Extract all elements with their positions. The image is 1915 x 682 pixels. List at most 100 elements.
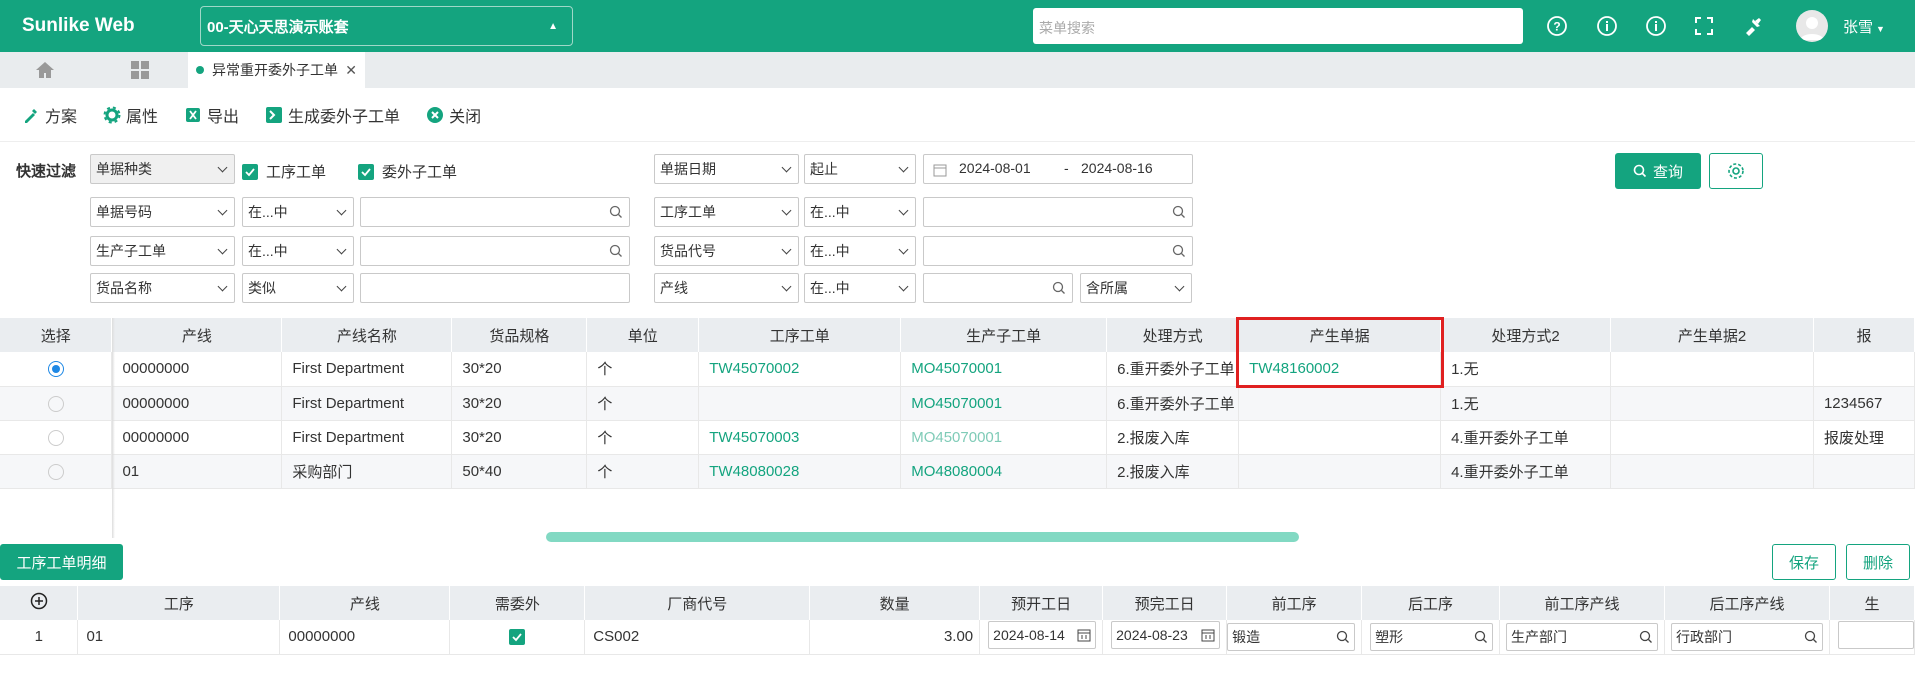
proc-input[interactable] [923,197,1193,227]
next-proc-cell[interactable]: 塑形 [1361,620,1501,655]
op-select-line[interactable]: 在...中 [804,273,916,303]
menu-search-input[interactable]: 菜单搜索 [1033,8,1523,44]
home-icon[interactable] [0,52,90,88]
cell-mo-link[interactable]: MO45070001 [900,352,1108,387]
table-row[interactable]: 01 采购部门 50*40 个 TW48080028 MO48080004 2.… [0,454,1915,489]
op-select-item[interactable]: 在...中 [804,236,916,266]
filter-settings-button[interactable] [1709,153,1763,189]
cell-proc-link[interactable]: TW48080028 [698,454,902,489]
cell-proc-link[interactable] [698,386,902,421]
cell-qty[interactable]: 3.00 [809,620,981,655]
user-menu[interactable]: 张雪 ▼ [1843,16,1885,37]
col-header[interactable]: 单位 [586,318,700,352]
cell-mo-link[interactable]: MO45070001 [900,386,1108,421]
col-header[interactable]: 报 [1813,318,1915,352]
horizontal-scrollbar[interactable] [546,532,1299,542]
avatar[interactable] [1796,10,1828,42]
cell-proc[interactable]: 01 [77,620,281,655]
query-button[interactable]: 查询 [1615,153,1701,189]
account-selector[interactable]: 00-天心天思演示账套 ▲ [200,6,573,46]
col-header[interactable]: 后工序 [1361,586,1501,620]
start-date-cell[interactable]: 2024-08-14 [979,620,1104,655]
item-input[interactable] [923,236,1193,266]
col-header[interactable]: 处理方式2 [1440,318,1612,352]
tab-active[interactable]: 异常重开委外子工单 ✕ [188,52,365,88]
help-icon[interactable]: ? [1546,15,1568,37]
op-select-mo[interactable]: 在...中 [242,236,354,266]
properties-button[interactable]: 属性 [103,103,158,127]
row-select[interactable] [0,386,113,421]
field-select-proc[interactable]: 工序工单 [654,197,799,227]
col-header[interactable]: 选择 [0,318,113,352]
table-row[interactable]: 00000000 First Department 30*20 个 TW4507… [0,352,1915,387]
prev-line-cell[interactable]: 生产部门 [1499,620,1665,655]
row-select[interactable] [0,420,113,455]
col-header[interactable]: 工序 [77,586,281,620]
radio-icon[interactable] [47,429,64,446]
cell-doc-link[interactable] [1238,454,1442,489]
checked-icon[interactable] [509,629,526,646]
cell-doc-link[interactable]: TW48160002 [1238,352,1442,387]
col-header[interactable]: 后工序产线 [1664,586,1830,620]
date-op-select[interactable]: 起止 [804,154,916,184]
table-row[interactable]: 00000000 First Department 30*20 个 MO4507… [0,386,1915,421]
col-header[interactable]: 产线 [279,586,451,620]
apps-grid-icon[interactable] [95,52,185,88]
next-proc-input[interactable]: 塑形 [1370,622,1494,651]
next-line-cell[interactable]: 行政部门 [1664,620,1830,655]
detail-row[interactable]: 1 01 00000000 CS002 3.00 2024-08-14 2024… [0,620,1915,655]
cell-mo-link[interactable]: MO48080004 [900,454,1108,489]
fullscreen-icon[interactable] [1693,15,1715,37]
mo-input[interactable] [360,236,630,266]
op-select-proc[interactable]: 在...中 [804,197,916,227]
line-input[interactable] [923,273,1073,303]
doc-no-input[interactable] [360,197,630,227]
checkbox-outsource-order[interactable]: 委外子工单 [358,161,457,182]
extra-cell[interactable] [1829,620,1915,655]
info-icon[interactable] [1596,15,1618,37]
cell-vendor[interactable]: CS002 [584,620,811,655]
prev-line-input[interactable]: 生产部门 [1506,622,1658,651]
next-line-input[interactable]: 行政部门 [1670,622,1823,651]
cell-proc-link[interactable]: TW45070002 [698,352,902,387]
radio-icon[interactable] [47,463,64,480]
date-range-input[interactable]: 2024-08-01 - 2024-08-16 [923,154,1193,184]
row-select[interactable] [0,352,113,387]
col-header[interactable]: 处理方式 [1106,318,1240,352]
col-header[interactable]: 工序工单 [698,318,902,352]
op-select-doc-no[interactable]: 在...中 [242,197,354,227]
pin-icon[interactable] [1742,15,1764,37]
field-select-line[interactable]: 产线 [654,273,799,303]
col-header[interactable]: 生产子工单 [900,318,1108,352]
col-header[interactable]: 需委外 [449,586,586,620]
field-select-doc-no[interactable]: 单据号码 [90,197,235,227]
checkbox-proc-order[interactable]: 工序工单 [242,161,326,182]
delete-button[interactable]: 删除 [1846,544,1910,580]
outsource-checkbox[interactable] [449,620,586,655]
col-header[interactable]: 货品规格 [451,318,588,352]
cell-mo-link[interactable]: MO45070001 [900,420,1108,455]
about-icon[interactable] [1645,15,1667,37]
prev-proc-input[interactable]: 锻造 [1227,622,1356,651]
prev-proc-cell[interactable]: 锻造 [1226,620,1363,655]
start-date-input[interactable]: 2024-08-14 [988,621,1097,650]
field-select-item-name[interactable]: 货品名称 [90,273,235,303]
date-field-select[interactable]: 单据日期 [654,154,799,184]
col-header[interactable]: 预开工日 [979,586,1104,620]
col-header[interactable]: 产线名称 [281,318,453,352]
save-button[interactable]: 保存 [1772,544,1836,580]
col-header[interactable]: 生 [1829,586,1915,620]
include-sub-select[interactable]: 含所属 [1080,273,1192,303]
op-select-item-name[interactable]: 类似 [242,273,354,303]
doc-type-select[interactable]: 单据种类 [90,154,235,184]
scheme-button[interactable]: 方案 [22,103,77,127]
col-header[interactable]: 厂商代号 [584,586,811,620]
tab-process-detail[interactable]: 工序工单明细 [0,544,123,580]
cell-proc-link[interactable]: TW45070003 [698,420,902,455]
export-button[interactable]: 导出 [184,103,239,127]
close-tab-icon[interactable]: ✕ [345,62,357,79]
field-select-item[interactable]: 货品代号 [654,236,799,266]
end-date-input[interactable]: 2024-08-23 [1111,621,1221,650]
extra-input[interactable] [1837,620,1914,649]
cell-doc-link[interactable] [1238,420,1442,455]
